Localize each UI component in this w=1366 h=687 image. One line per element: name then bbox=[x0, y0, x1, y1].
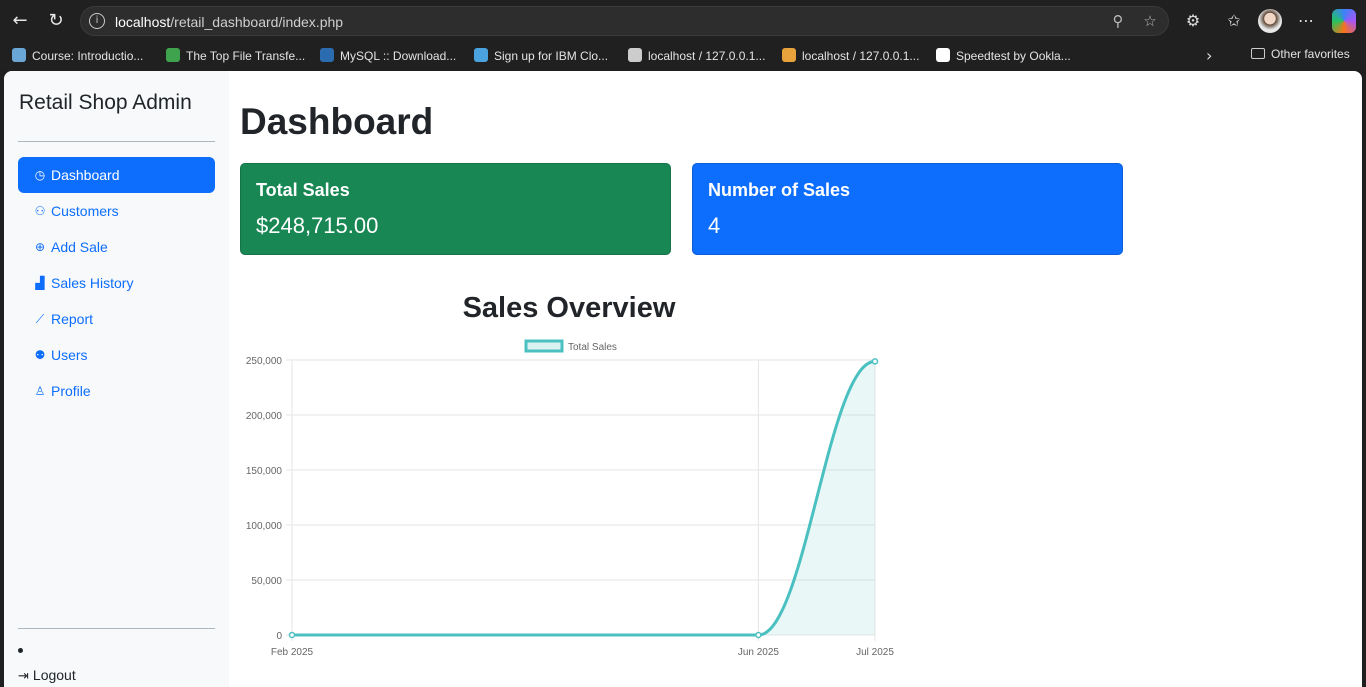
people-icon: ⚇ bbox=[34, 204, 46, 218]
folder-icon bbox=[1251, 48, 1265, 59]
chevron-right-icon[interactable]: › bbox=[1206, 46, 1212, 65]
bookmark-item[interactable]: Course: Introductio... bbox=[12, 47, 143, 65]
sidebar-item-label: Users bbox=[51, 347, 88, 363]
address-bar[interactable]: i localhost/retail_dashboard/index.php ⚲… bbox=[80, 6, 1169, 36]
data-point bbox=[755, 631, 762, 639]
bookmark-favicon-icon bbox=[12, 48, 26, 62]
sidebar-item-add-sale[interactable]: ⊕ Add Sale bbox=[18, 229, 215, 265]
sidebar-item-label: Dashboard bbox=[51, 167, 120, 183]
bookmark-label: MySQL :: Download... bbox=[340, 49, 457, 63]
card-title: Number of Sales bbox=[708, 180, 851, 200]
x-tick-label: Jun 2025 bbox=[738, 647, 780, 658]
copilot-icon[interactable] bbox=[1332, 9, 1356, 33]
y-tick-label: 150,000 bbox=[246, 466, 283, 477]
y-tick-label: 50,000 bbox=[251, 576, 282, 587]
bookmark-favicon-icon bbox=[936, 48, 950, 62]
sidebar-item-label: Report bbox=[51, 311, 94, 327]
graph-up-icon: ⟋ bbox=[35, 312, 45, 326]
bookmark-item[interactable]: Sign up for IBM Clo... bbox=[474, 47, 608, 65]
chart-title: Sales Overview bbox=[462, 292, 676, 324]
bookmark-label: localhost / 127.0.0.1... bbox=[648, 49, 766, 63]
speedometer-icon: ◷ bbox=[34, 168, 46, 182]
url-text[interactable]: localhost/retail_dashboard/index.php bbox=[115, 14, 343, 30]
total-sales-card: Total Sales $248,715.00 bbox=[240, 163, 671, 255]
card-value: $248,715.00 bbox=[256, 213, 379, 238]
sidebar-divider bbox=[18, 141, 215, 142]
sidebar-item-report[interactable]: ⟋ Report bbox=[18, 301, 215, 337]
data-point bbox=[288, 631, 296, 639]
favorite-star-icon[interactable]: ☆ bbox=[1141, 12, 1159, 30]
bookmark-favicon-icon bbox=[474, 48, 488, 62]
bookmark-item[interactable]: localhost / 127.0.0.1... bbox=[782, 47, 919, 65]
extensions-icon[interactable]: ⚙ bbox=[1181, 9, 1205, 33]
bookmarks-bar: Course: Introductio... The Top File Trans… bbox=[0, 42, 1366, 70]
x-tick-label: Feb 2025 bbox=[271, 647, 314, 658]
y-tick-label: 200,000 bbox=[246, 411, 283, 422]
sidebar-divider bbox=[18, 628, 215, 629]
sidebar-item-customers[interactable]: ⚇ Customers bbox=[18, 193, 215, 229]
x-tick-label: Jul 2025 bbox=[856, 647, 894, 658]
sidebar-item-sales-history[interactable]: ▟ Sales History bbox=[18, 265, 215, 301]
sidebar-item-users[interactable]: ⚉ Users bbox=[18, 337, 215, 373]
bookmark-label: Sign up for IBM Clo... bbox=[494, 49, 609, 63]
data-point bbox=[871, 358, 879, 365]
back-arrow-icon[interactable]: ← bbox=[8, 9, 32, 33]
bar-chart-icon: ▟ bbox=[35, 276, 45, 290]
y-tick-label: 250,000 bbox=[246, 356, 283, 367]
logout-link[interactable]: ⇥ Logout bbox=[18, 667, 76, 684]
bookmark-favicon-icon bbox=[782, 48, 796, 62]
person-icon: ♙ bbox=[34, 384, 46, 398]
logout-icon: ⇥ bbox=[18, 669, 29, 684]
browser-toolbar: ← ↻ i localhost/retail_dashboard/index.p… bbox=[0, 0, 1366, 42]
page-title: Dashboard bbox=[240, 101, 434, 142]
reload-icon[interactable]: ↻ bbox=[44, 9, 68, 33]
bookmark-item[interactable]: Speedtest by Ookla... bbox=[936, 47, 1071, 65]
bookmark-label: Course: Introductio... bbox=[32, 49, 144, 63]
y-tick-label: 100,000 bbox=[246, 521, 283, 532]
sidebar-item-label: Customers bbox=[51, 203, 119, 219]
site-info-icon[interactable]: i bbox=[89, 13, 105, 29]
legend-swatch bbox=[524, 339, 564, 353]
sidebar-item-label: Profile bbox=[51, 383, 91, 399]
bookmark-item[interactable]: MySQL :: Download... bbox=[320, 47, 456, 65]
profile-avatar[interactable] bbox=[1258, 9, 1282, 33]
card-value: 4 bbox=[708, 213, 721, 238]
people-fill-icon: ⚉ bbox=[34, 348, 46, 362]
plus-circle-icon: ⊕ bbox=[34, 240, 46, 254]
zoom-icon[interactable]: ⚲ bbox=[1109, 12, 1127, 30]
sales-overview-chart: 0 50,000 100,000 150,000 200,000 250,000 Feb 2… bbox=[246, 339, 894, 658]
number-of-sales-card: Number of Sales 4 bbox=[692, 163, 1123, 255]
list-bullet bbox=[18, 648, 23, 653]
bookmark-item[interactable]: localhost / 127.0.0.1... bbox=[628, 47, 765, 65]
card-title: Total Sales bbox=[256, 180, 350, 200]
other-favorites[interactable]: Other favorites bbox=[1251, 47, 1350, 61]
sidebar-item-dashboard[interactable]: ◷ Dashboard bbox=[18, 157, 215, 193]
bookmark-favicon-icon bbox=[166, 48, 180, 62]
bookmark-item[interactable]: The Top File Transfe... bbox=[166, 47, 305, 65]
bookmark-label: Speedtest by Ookla... bbox=[956, 49, 1071, 63]
y-tick-label: 0 bbox=[276, 631, 282, 642]
series-line bbox=[291, 359, 876, 637]
sidebar-item-label: Add Sale bbox=[51, 239, 108, 255]
sidebar: Retail Shop Admin ◷ Dashboard ⚇ Customers ⊕ A… bbox=[4, 71, 229, 687]
bookmark-favicon-icon bbox=[628, 48, 642, 62]
brand-title: Retail Shop Admin bbox=[19, 91, 192, 114]
bookmark-label: The Top File Transfe... bbox=[186, 49, 306, 63]
sidebar-item-profile[interactable]: ♙ Profile bbox=[18, 373, 215, 409]
favorites-icon[interactable]: ✩ bbox=[1222, 9, 1246, 33]
sidebar-item-label: Sales History bbox=[51, 275, 134, 291]
page-viewport: Retail Shop Admin ◷ Dashboard ⚇ Customers ⊕ A… bbox=[4, 71, 1362, 687]
more-menu-icon[interactable]: ⋯ bbox=[1294, 9, 1318, 33]
legend-label: Total Sales bbox=[568, 342, 617, 353]
bookmark-label: localhost / 127.0.0.1... bbox=[802, 49, 920, 63]
bookmark-favicon-icon bbox=[320, 48, 334, 62]
